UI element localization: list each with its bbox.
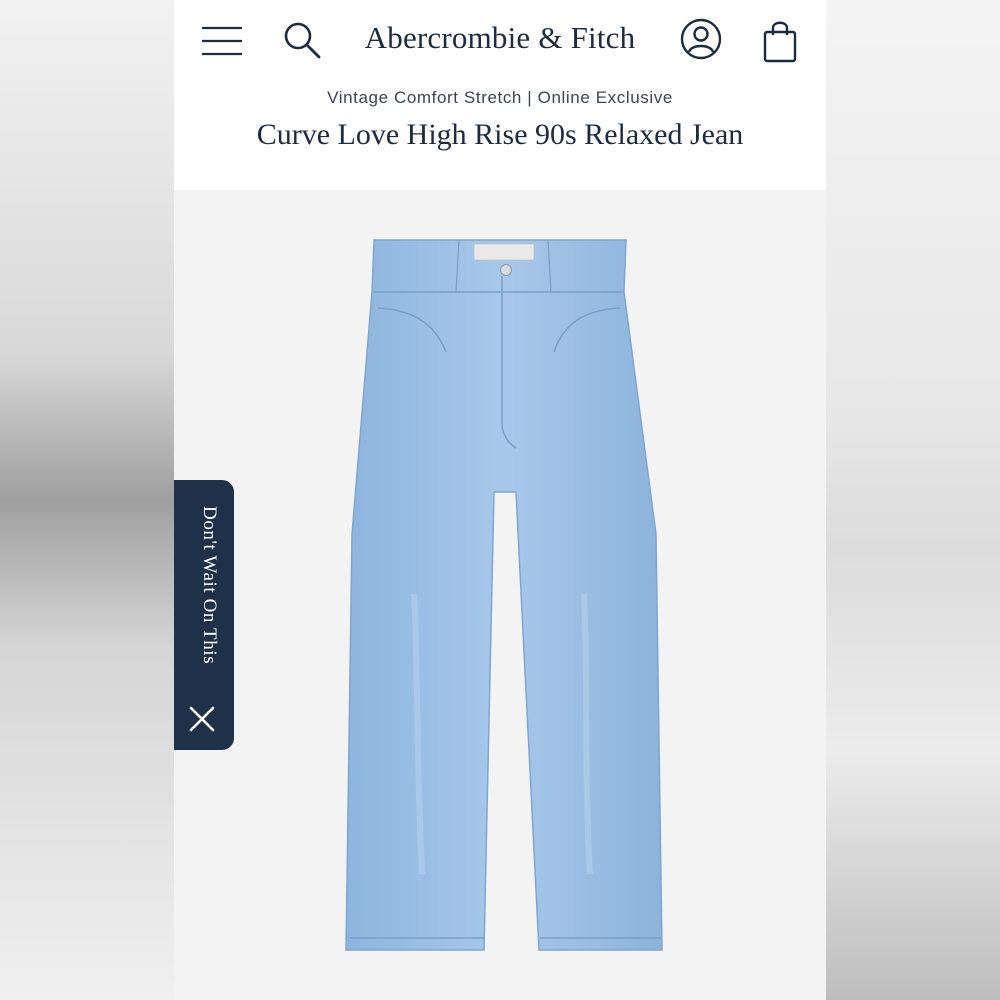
- jeans-product-image[interactable]: [334, 234, 674, 954]
- site-header: Abercrombie & Fitch Vintage Comfort Stre…: [174, 0, 826, 190]
- background-blur-right: [826, 0, 1000, 1000]
- background-blur-left: [0, 0, 174, 1000]
- menu-icon[interactable]: [200, 24, 244, 58]
- shopping-bag-icon[interactable]: [762, 18, 798, 64]
- product-image-area[interactable]: Don't Wait On This: [174, 190, 826, 1000]
- search-icon[interactable]: [282, 20, 322, 60]
- brand-logo[interactable]: Abercrombie & Fitch: [324, 20, 676, 56]
- account-icon[interactable]: [680, 18, 722, 60]
- product-page: Abercrombie & Fitch Vintage Comfort Stre…: [174, 0, 826, 1000]
- close-icon[interactable]: [188, 705, 216, 733]
- product-title: Curve Love High Rise 90s Relaxed Jean: [256, 118, 744, 151]
- product-subtitle: Vintage Comfort Stretch | Online Exclusi…: [327, 88, 673, 107]
- promo-label[interactable]: Don't Wait On This: [190, 506, 220, 686]
- promo-tab[interactable]: Don't Wait On This: [174, 480, 234, 750]
